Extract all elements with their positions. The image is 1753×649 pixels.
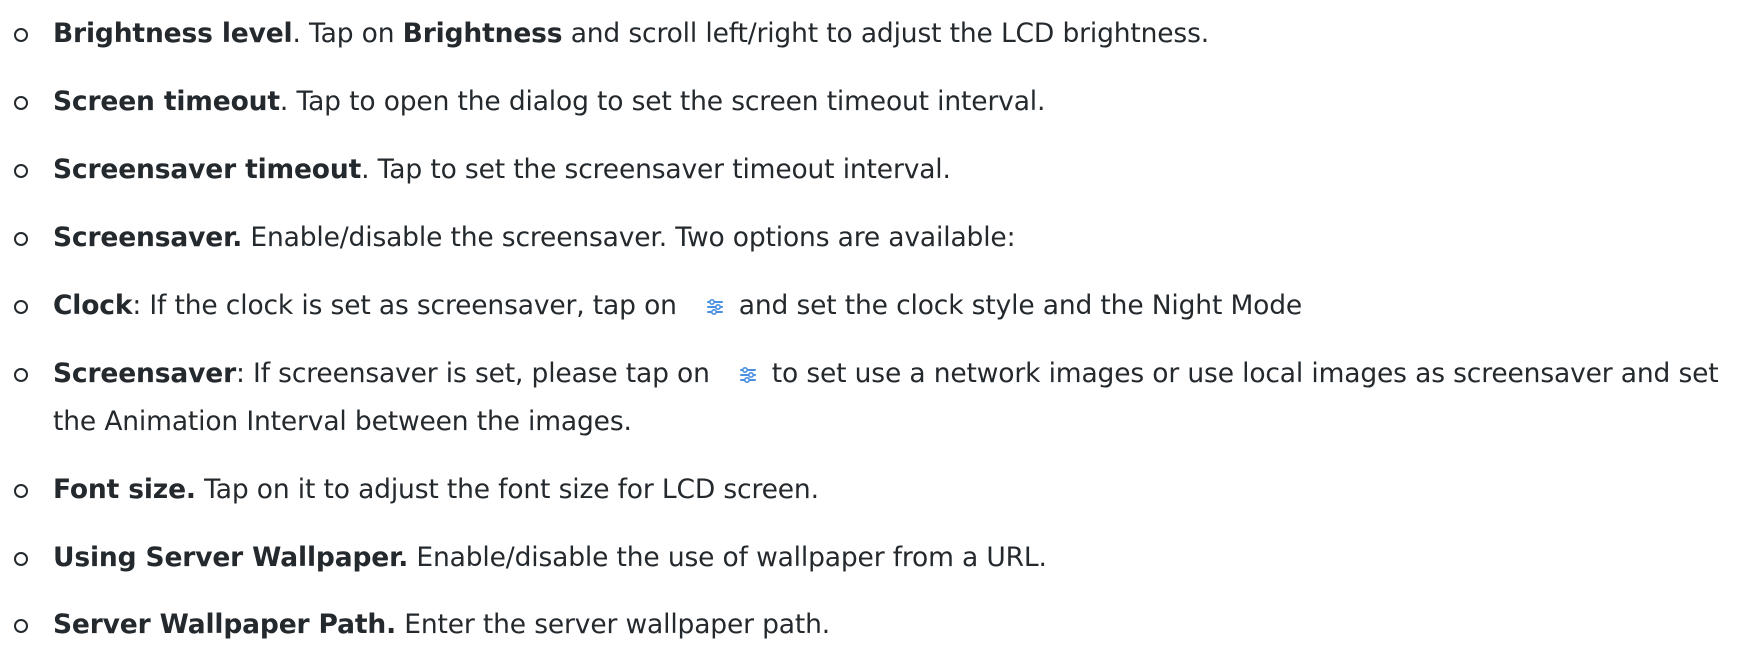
item-term: Server Wallpaper Path.	[53, 609, 396, 640]
list-item-screensaver-toggle: Screensaver. Enable/disable the screensa…	[14, 214, 1743, 262]
item-text: . Tap to set the screensaver timeout int…	[361, 154, 951, 185]
list-item-brightness-level: Brightness level. Tap on Brightness and …	[14, 10, 1743, 58]
item-text: Enter the server wallpaper path.	[396, 609, 831, 640]
item-term: Font size.	[53, 474, 196, 505]
item-term: Screen timeout	[53, 86, 280, 117]
item-text: . Tap on	[292, 18, 403, 49]
item-term: Screensaver timeout	[53, 154, 362, 185]
bullet-icon	[14, 552, 28, 566]
item-term: Using Server Wallpaper.	[53, 542, 409, 573]
item-text: Enable/disable the screensaver. Two opti…	[242, 222, 1016, 253]
item-text: and scroll left/right to adjust the LCD …	[562, 18, 1210, 49]
list-item-font-size: Font size. Tap on it to adjust the font …	[14, 466, 1743, 514]
bullet-icon	[14, 232, 28, 246]
list-item-screensaver-timeout: Screensaver timeout. Tap to set the scre…	[14, 146, 1743, 194]
bullet-icon	[14, 368, 28, 382]
list-item-screensaver-mode: Screensaver: If screensaver is set, plea…	[14, 350, 1743, 446]
settings-sliders-icon	[738, 353, 758, 384]
bullet-icon	[14, 164, 28, 178]
bullet-icon	[14, 619, 28, 633]
item-term: Screensaver	[53, 358, 236, 389]
item-text: Enable/disable the use of wallpaper from…	[408, 542, 1047, 573]
list-item-using-server-wallpaper: Using Server Wallpaper. Enable/disable t…	[14, 534, 1743, 582]
item-text: : If screensaver is set, please tap on	[236, 358, 710, 389]
item-text: and set the clock style and the Night Mo…	[738, 290, 1303, 321]
item-term: Brightness level	[53, 18, 293, 49]
bullet-icon	[14, 300, 28, 314]
bullet-icon	[14, 28, 28, 42]
item-term-inline: Brightness	[402, 18, 563, 49]
item-term: Screensaver.	[53, 222, 243, 253]
list-item-clock: Clock: If the clock is set as screensave…	[14, 282, 1743, 330]
list-item-server-wallpaper-path: Server Wallpaper Path. Enter the server …	[14, 601, 1743, 649]
item-term: Clock	[53, 290, 133, 321]
item-text: Tap on it to adjust the font size for LC…	[195, 474, 819, 505]
item-text: : If the clock is set as screensaver, ta…	[132, 290, 677, 321]
bullet-icon	[14, 96, 28, 110]
bullet-icon	[14, 484, 28, 498]
item-text: . Tap to open the dialog to set the scre…	[279, 86, 1046, 117]
settings-sliders-icon	[705, 285, 725, 316]
list-item-screen-timeout: Screen timeout. Tap to open the dialog t…	[14, 78, 1743, 126]
